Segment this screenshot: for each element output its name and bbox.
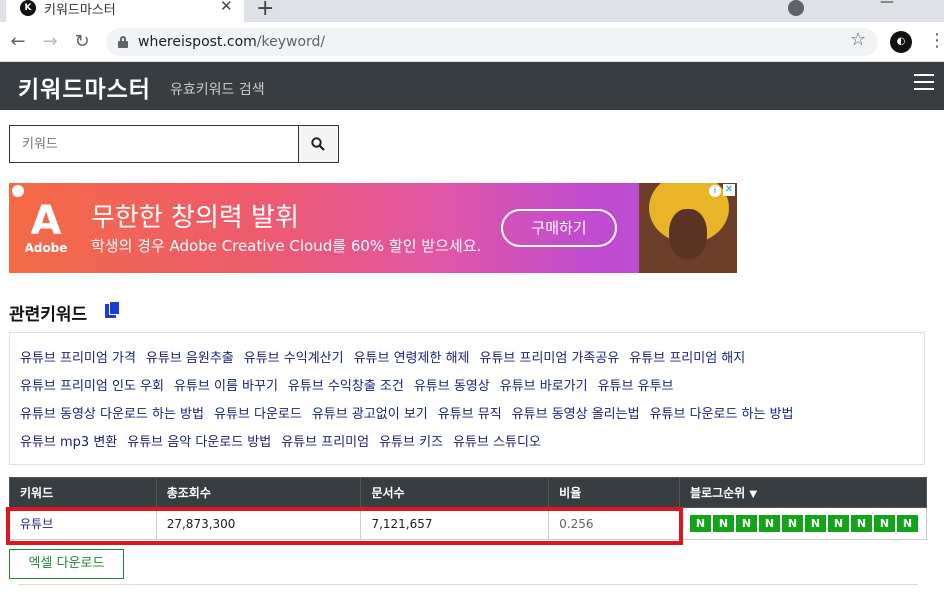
ad-info-icon[interactable]: i: [709, 185, 721, 197]
related-keyword-link[interactable]: 유튜브 광고없이 보기: [312, 407, 428, 422]
keyword-row: 유튜브 프리미엄 인도 우회 유튜브 이름 바꾸기 유튜브 수익창출 조건 유튜브 동…: [20, 375, 924, 403]
related-keyword-link[interactable]: 유튜브 음원추출: [146, 351, 234, 366]
browser-menu-icon[interactable]: ⋮: [928, 30, 944, 51]
url-host: whereispost.com: [138, 34, 257, 50]
ad-banner[interactable]: A Adobe 무한한 창의력 발휘 학생의 경우 Adobe Creative…: [9, 183, 737, 273]
related-keywords-title: 관련키워드: [9, 305, 88, 325]
related-keyword-link[interactable]: 유튜브 스튜디오: [453, 435, 541, 450]
related-keyword-link[interactable]: 유튜브 mp3 변환: [20, 435, 117, 450]
keyword-search-input[interactable]: [9, 125, 299, 163]
related-keyword-link[interactable]: 유튜브 뮤직: [438, 407, 502, 422]
bookmark-star-icon[interactable]: ☆: [850, 29, 866, 50]
sort-down-icon[interactable]: ▼: [749, 489, 757, 500]
site-title[interactable]: 키워드마스터: [18, 70, 151, 104]
related-keyword-link[interactable]: 유튜브 프리미엄: [281, 435, 369, 450]
ad-close-icon[interactable]: ✕: [723, 184, 735, 196]
reload-icon[interactable]: ↻: [70, 30, 94, 54]
table-row: 유튜브 27,873,300 7,121,657 0.256 NNNNNNNNN…: [9, 507, 928, 540]
header-total-views[interactable]: 총조회수: [155, 477, 362, 508]
tab-favicon-icon: K: [20, 0, 36, 16]
tab-search-icon[interactable]: [788, 0, 804, 16]
header-documents[interactable]: 문서수: [360, 477, 550, 508]
related-keyword-link[interactable]: 유튜브 수익창출 조건: [288, 379, 404, 394]
browser-toolbar: ← → ↻ whereispost.com/keyword/ ☆ ◐ ⋮: [0, 22, 944, 62]
copy-icon[interactable]: [105, 301, 121, 319]
row-documents: 7,121,657: [360, 507, 550, 540]
profile-avatar-icon[interactable]: ◐: [890, 31, 912, 53]
blog-rank-badge[interactable]: N: [712, 515, 734, 532]
ad-headline: 무한한 창의력 발휘: [91, 203, 299, 233]
row-blog-ranks: NNNNNNNNNN: [678, 507, 928, 540]
table-header-row: 키워드 총조회수 문서수 비율 블로그순위 ▼: [9, 477, 928, 508]
site-header: 키워드마스터 유효키워드 검색: [0, 62, 944, 110]
related-keyword-link[interactable]: 유튜브 바로가기: [500, 379, 588, 394]
related-keyword-link[interactable]: 유튜브 음악 다운로드 방법: [127, 435, 271, 450]
blog-rank-badge[interactable]: N: [781, 515, 803, 532]
related-keyword-link[interactable]: 유튜브 수익계산기: [244, 351, 344, 366]
blog-rank-badge[interactable]: N: [804, 515, 826, 532]
related-keyword-link[interactable]: 유튜브 키즈: [379, 435, 443, 450]
close-icon[interactable]: ✕: [220, 0, 233, 15]
related-keyword-link[interactable]: 유튜브 프리미엄 가족공유: [479, 351, 619, 366]
related-keyword-link[interactable]: 유튜브 이름 바꾸기: [174, 379, 278, 394]
search-button[interactable]: [298, 125, 339, 163]
header-ratio[interactable]: 비율: [548, 477, 680, 508]
site-subtitle: 유효키워드 검색: [170, 82, 265, 98]
url-path: /keyword/: [256, 34, 326, 50]
back-icon[interactable]: ←: [6, 30, 30, 54]
related-keyword-link[interactable]: 유튜브 프리미엄 해지: [629, 351, 745, 366]
blog-rank-badge[interactable]: N: [735, 515, 757, 532]
forward-icon[interactable]: →: [38, 30, 62, 54]
related-keywords-box: 유튜브 프리미엄 가격 유튜브 음원추출 유튜브 수익계산기 유튜브 연령제한 해제 유…: [9, 332, 925, 465]
divider: [18, 584, 918, 585]
header-blog-rank[interactable]: 블로그순위 ▼: [678, 477, 928, 508]
minimize-icon[interactable]: —: [880, 0, 894, 10]
related-keyword-link[interactable]: 유튜브 유투브: [598, 379, 674, 394]
adobe-logo: A Adobe: [21, 201, 71, 257]
keyword-row: 유튜브 프리미엄 가격 유튜브 음원추출 유튜브 수익계산기 유튜브 연령제한 해제 유…: [20, 347, 924, 375]
excel-download-button[interactable]: 엑셀 다운로드: [9, 549, 124, 579]
row-total-views: 27,873,300: [155, 507, 362, 540]
url-text: whereispost.com/keyword/: [138, 34, 325, 50]
ad-subtext: 학생의 경우 Adobe Creative Cloud를 60% 할인 받으세요…: [91, 237, 482, 255]
search-icon: [311, 137, 325, 151]
results-table: 키워드 총조회수 문서수 비율 블로그순위 ▼ 유튜브 27,873,300 7…: [9, 477, 928, 540]
blog-rank-badge[interactable]: N: [873, 515, 895, 532]
ad-brand: Adobe: [24, 241, 68, 255]
blog-rank-badge[interactable]: N: [850, 515, 872, 532]
browser-tab-bar: K 키워드마스터 ✕ + —: [0, 0, 944, 22]
ad-photo: [639, 183, 737, 273]
ad-cta-button[interactable]: 구매하기: [501, 209, 617, 247]
related-keyword-link[interactable]: 유튜브 동영상: [414, 379, 490, 394]
blog-rank-badge[interactable]: N: [689, 515, 711, 532]
row-ratio: 0.256: [548, 507, 680, 540]
blog-rank-badge[interactable]: N: [827, 515, 849, 532]
related-keyword-link[interactable]: 유튜브 프리미엄 가격: [20, 351, 136, 366]
lock-icon: [118, 36, 128, 48]
keyword-row: 유튜브 mp3 변환 유튜브 음악 다운로드 방법 유튜브 프리미엄 유튜브 키즈 유튜…: [20, 431, 924, 459]
related-keyword-link[interactable]: 유튜브 연령제한 해제: [354, 351, 470, 366]
tab-title: 키워드마스터: [44, 3, 116, 18]
related-keyword-link[interactable]: 유튜브 동영상 다운로드 하는 방법: [20, 407, 204, 422]
related-keyword-link[interactable]: 유튜브 프리미엄 인도 우회: [20, 379, 164, 394]
related-keyword-link[interactable]: 유튜브 동영상 올리는법: [512, 407, 640, 422]
related-keyword-link[interactable]: 유튜브 다운로드: [214, 407, 302, 422]
address-bar[interactable]: whereispost.com/keyword/: [106, 28, 878, 56]
browser-tab[interactable]: K 키워드마스터 ✕: [6, 0, 244, 22]
row-keyword[interactable]: 유튜브: [9, 507, 157, 540]
keyword-row: 유튜브 동영상 다운로드 하는 방법 유튜브 다운로드 유튜브 광고없이 보기 유튜브…: [20, 403, 924, 431]
header-blog-rank-label: 블로그순위: [689, 486, 746, 500]
hamburger-menu-icon[interactable]: [914, 74, 934, 90]
related-keyword-link[interactable]: 유튜브 다운로드 하는 방법: [650, 407, 794, 422]
new-tab-icon[interactable]: +: [256, 0, 274, 21]
blog-rank-badge[interactable]: N: [758, 515, 780, 532]
ad-badge-icon: [12, 185, 24, 197]
header-keyword[interactable]: 키워드: [9, 477, 157, 508]
blog-rank-badge[interactable]: N: [896, 515, 918, 532]
